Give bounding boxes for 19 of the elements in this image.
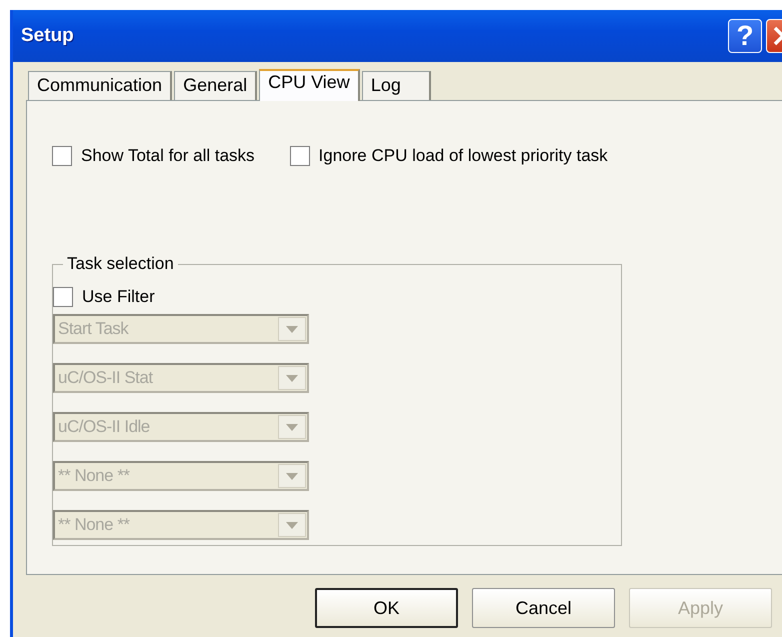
dialog-button[interactable]: Cancel xyxy=(472,588,615,628)
checkbox-label: Show Total for all tasks xyxy=(81,146,255,166)
help-button[interactable]: ? xyxy=(728,19,762,53)
tab[interactable]: General xyxy=(174,71,258,100)
dialog-button[interactable]: OK xyxy=(315,588,458,628)
window-title: Setup xyxy=(21,25,75,47)
tab[interactable]: Communication xyxy=(28,71,172,100)
checkbox[interactable] xyxy=(53,287,73,307)
checkbox-label: Ignore CPU load of lowest priority task xyxy=(318,146,608,166)
dropdown-arrow-icon xyxy=(286,374,298,382)
tab[interactable]: Log xyxy=(362,71,431,100)
checkbox[interactable] xyxy=(52,146,72,166)
checkbox[interactable] xyxy=(290,146,310,166)
tab[interactable]: CPU View xyxy=(259,69,360,101)
checkbox-label: Use Filter xyxy=(82,287,155,307)
dropdown-arrow-icon xyxy=(286,326,298,332)
dropdown-arrow-icon xyxy=(286,472,298,480)
dropdown-arrow-icon xyxy=(286,424,298,430)
dropdown-arrow-icon xyxy=(286,522,298,528)
